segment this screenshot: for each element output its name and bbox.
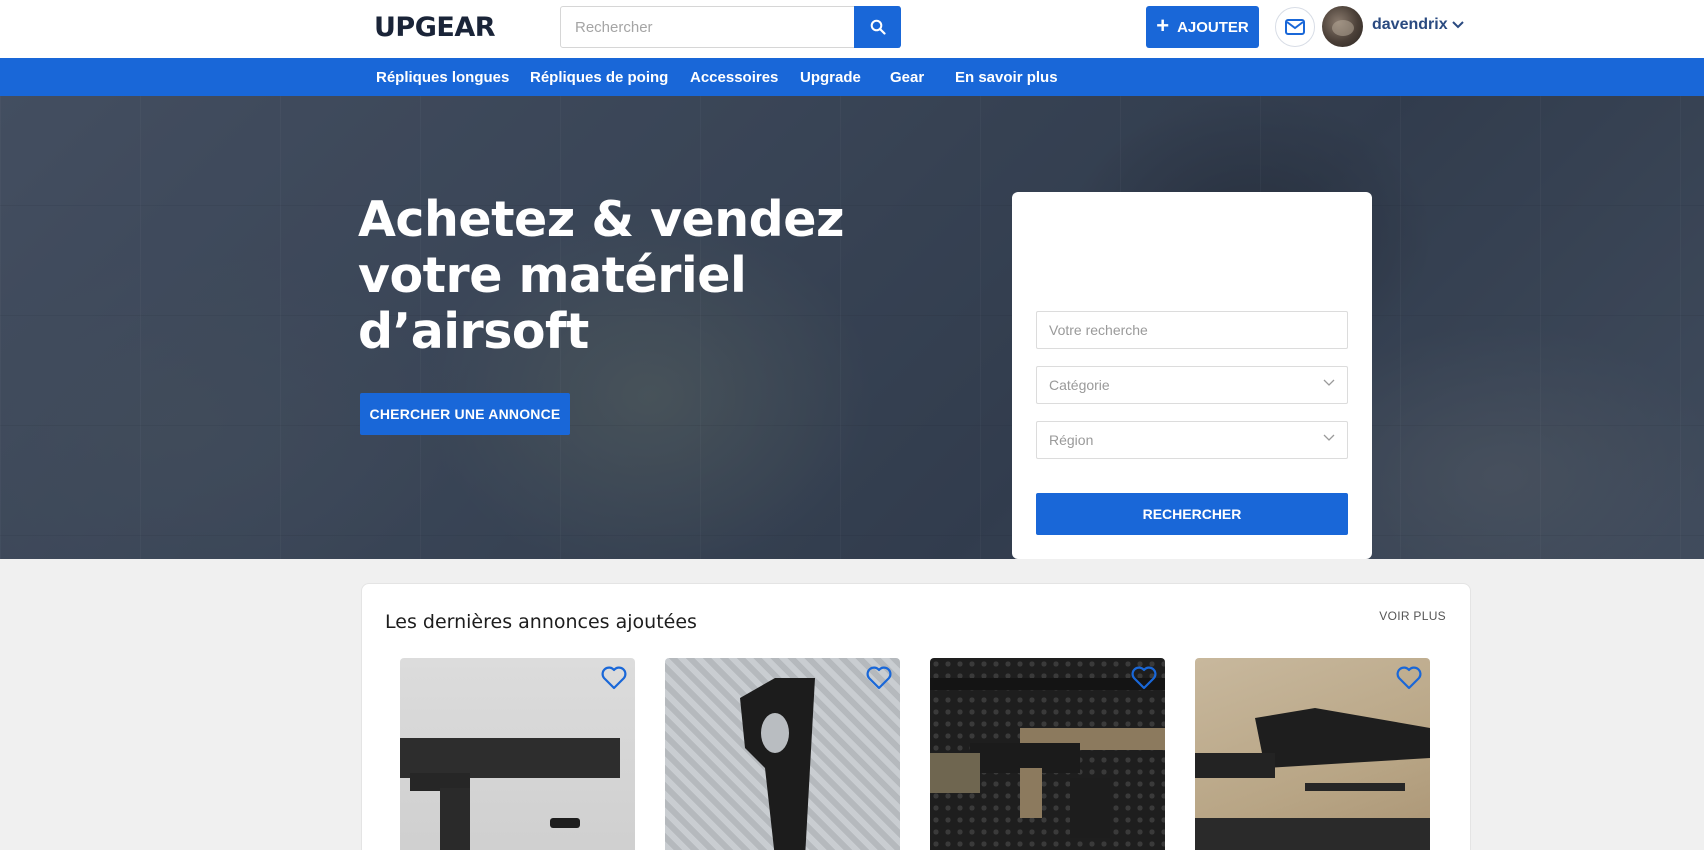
nav-item-upgrade[interactable]: Upgrade xyxy=(800,69,861,86)
chevron-down-icon xyxy=(1323,379,1335,386)
search-listing-button[interactable]: CHERCHER UNE ANNONCE xyxy=(360,393,570,435)
header-search-box[interactable] xyxy=(560,6,900,48)
search-icon xyxy=(870,19,886,35)
nav-item-gear[interactable]: Gear xyxy=(890,69,924,86)
hero-title: Achetez & vendez votre matériel d’airsof… xyxy=(358,191,845,360)
search-card: Votre recherche Catégorie Région RECHERC… xyxy=(1012,192,1372,559)
category-nav: Répliques longues Répliques de poing Acc… xyxy=(0,58,1704,96)
listing-image xyxy=(740,678,815,850)
listing-image xyxy=(1195,708,1430,850)
username: davendrix xyxy=(1372,16,1448,33)
top-header: UPGEAR + AJOUTER davendrix xyxy=(0,0,1704,58)
listings-title: Les dernières annonces ajoutées xyxy=(385,611,697,633)
add-listing-label: AJOUTER xyxy=(1177,18,1249,36)
listing-card[interactable] xyxy=(400,658,635,850)
query-field-placeholder: Votre recherche xyxy=(1049,322,1148,338)
heart-icon[interactable] xyxy=(601,666,627,690)
user-avatar[interactable] xyxy=(1322,6,1363,47)
heart-icon[interactable] xyxy=(1396,666,1422,690)
listing-image xyxy=(400,738,620,850)
search-button[interactable] xyxy=(854,6,901,48)
hero-banner: Achetez & vendez votre matériel d’airsof… xyxy=(0,96,1704,559)
voir-plus-link[interactable]: VOIR PLUS xyxy=(1379,609,1446,623)
listing-image xyxy=(930,678,1165,838)
envelope-icon xyxy=(1285,19,1305,35)
user-menu[interactable]: davendrix xyxy=(1372,16,1464,34)
category-select-placeholder: Catégorie xyxy=(1049,377,1110,393)
listing-card[interactable] xyxy=(665,658,900,850)
category-select[interactable]: Catégorie xyxy=(1036,366,1348,404)
nav-item-en-savoir-plus[interactable]: En savoir plus xyxy=(955,69,1058,86)
search-input[interactable] xyxy=(561,7,899,47)
add-listing-button[interactable]: + AJOUTER xyxy=(1146,6,1259,48)
plus-icon: + xyxy=(1156,13,1170,38)
rechercher-button[interactable]: RECHERCHER xyxy=(1036,493,1348,535)
heart-icon[interactable] xyxy=(1131,666,1157,690)
chevron-down-icon xyxy=(1323,434,1335,441)
messages-button[interactable] xyxy=(1275,7,1315,47)
upgear-logo[interactable]: UPGEAR xyxy=(374,12,496,43)
heart-icon[interactable] xyxy=(866,666,892,690)
latest-listings-panel: Les dernières annonces ajoutées VOIR PLU… xyxy=(361,583,1471,850)
nav-item-repliques-de-poing[interactable]: Répliques de poing xyxy=(530,69,668,86)
region-select-placeholder: Région xyxy=(1049,432,1094,448)
listing-card[interactable] xyxy=(1195,658,1430,850)
listing-card[interactable] xyxy=(930,658,1165,850)
region-select[interactable]: Région xyxy=(1036,421,1348,459)
chevron-down-icon xyxy=(1451,21,1464,29)
nav-item-accessoires[interactable]: Accessoires xyxy=(690,69,778,86)
nav-item-repliques-longues[interactable]: Répliques longues xyxy=(376,69,509,86)
query-field[interactable]: Votre recherche xyxy=(1036,311,1348,349)
